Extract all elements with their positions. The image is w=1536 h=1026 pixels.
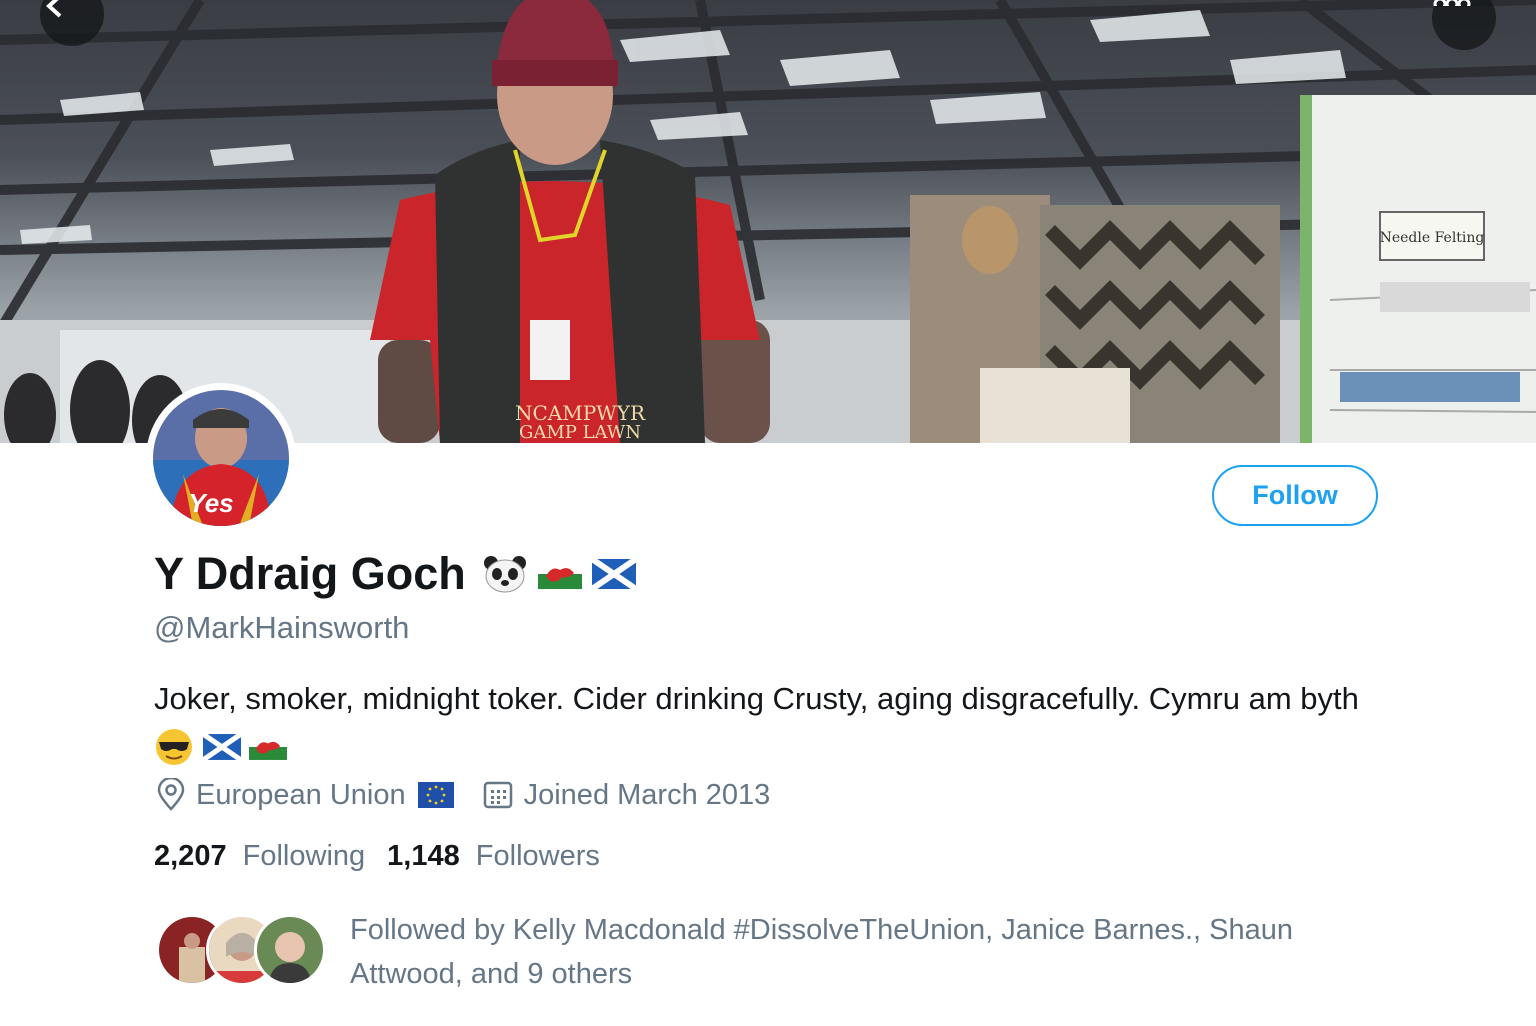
- sunglasses-face-icon: [156, 728, 192, 765]
- followers-label: Followers: [475, 840, 600, 872]
- followers-link[interactable]: 1,148 Followers: [387, 840, 600, 873]
- joined-date-item: Joined March 2013: [482, 778, 771, 812]
- ellipsis-icon: [1433, 0, 1471, 6]
- banner-scene: Needle Felting NCAMPWYR GAMP LAWN: [0, 0, 1536, 443]
- wales-flag-icon: [537, 559, 582, 589]
- following-link[interactable]: 2,207 Following: [154, 840, 365, 873]
- follow-button[interactable]: Follow: [1212, 465, 1378, 526]
- location-pin-icon: [157, 778, 185, 811]
- joined-date-text: Joined March 2013: [523, 778, 771, 811]
- panda-face-icon: [483, 556, 526, 593]
- followers-count: 1,148: [387, 840, 460, 872]
- bio-text: Joker, smoker, midnight toker. Cider dri…: [154, 681, 1359, 716]
- profile-meta: European Union Joined March 2013: [156, 778, 770, 812]
- wales-flag-icon: [249, 733, 288, 760]
- location-text: European Union: [196, 778, 406, 811]
- needle-felting-sign: Needle Felting: [1380, 230, 1485, 246]
- chevron-left-icon: [46, 0, 62, 18]
- scotland-flag-icon: [591, 559, 636, 589]
- followed-by-section[interactable]: Followed by Kelly Macdonald #DissolveThe…: [156, 910, 1406, 990]
- followed-by-text: Followed by Kelly Macdonald #DissolveThe…: [350, 914, 1294, 990]
- profile-avatar[interactable]: Yes: [146, 383, 296, 533]
- follower-avatar: [254, 914, 326, 986]
- username-handle: @MarkHainsworth: [154, 610, 410, 645]
- location-item: European Union: [156, 778, 454, 812]
- followed-by-avatars: [156, 914, 326, 990]
- name-emojis: [482, 554, 636, 594]
- bio-emojis: [154, 727, 288, 765]
- profile-bio: Joker, smoker, midnight toker. Cider dri…: [154, 676, 1404, 768]
- avatar-image: Yes: [153, 390, 289, 526]
- following-label: Following: [242, 840, 366, 872]
- shirt-text-2: GAMP LAWN: [519, 422, 641, 443]
- follow-stats: 2,207 Following 1,148 Followers: [154, 840, 600, 873]
- scotland-flag-icon: [202, 733, 241, 760]
- display-name-row: Y Ddraig Goch: [154, 548, 636, 600]
- profile-page: Needle Felting NCAMPWYR GAMP LAWN Yes Fo…: [0, 0, 1536, 1026]
- avatar-shirt-text: Yes: [188, 488, 233, 518]
- following-count: 2,207: [154, 840, 227, 872]
- display-name: Y Ddraig Goch: [154, 548, 466, 599]
- eu-flag-icon: [417, 782, 454, 808]
- calendar-icon: [483, 781, 512, 809]
- header-banner-image[interactable]: Needle Felting NCAMPWYR GAMP LAWN: [0, 0, 1536, 443]
